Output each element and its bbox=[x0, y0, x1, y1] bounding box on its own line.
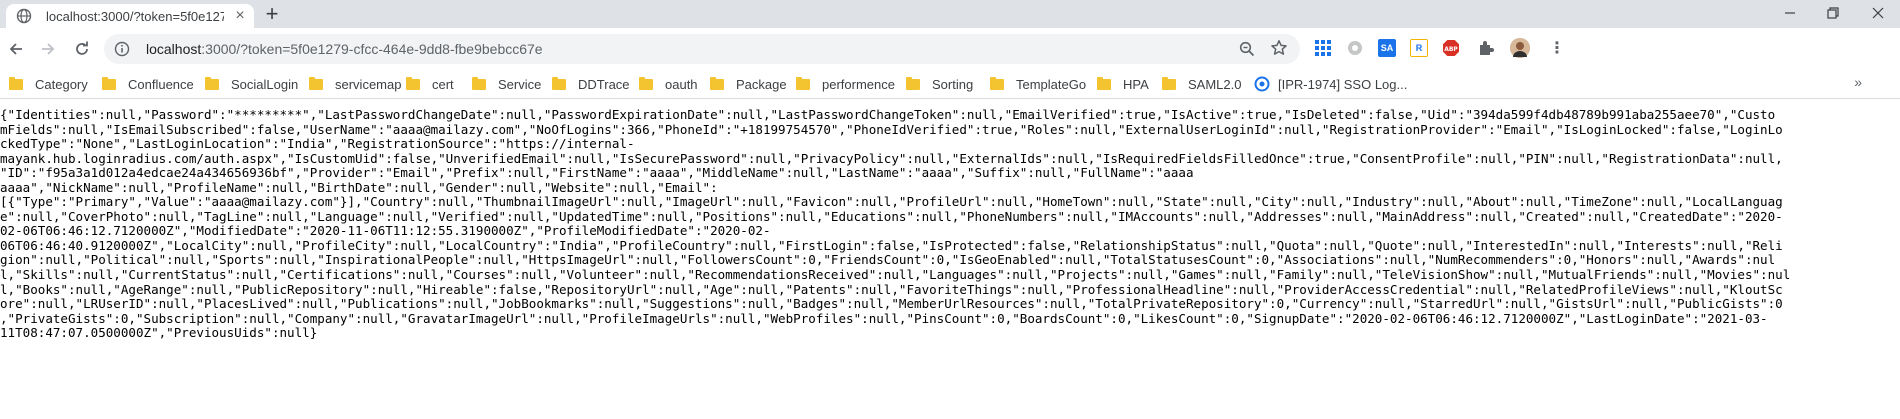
folder-icon bbox=[1097, 76, 1111, 90]
close-tab-icon[interactable]: × bbox=[232, 8, 248, 24]
site-info-icon[interactable] bbox=[114, 41, 130, 57]
puzzle-icon[interactable] bbox=[1477, 39, 1495, 57]
bookmark-label: Sorting bbox=[932, 76, 974, 92]
bookmarks-bar: Category Confluence SocialLogin servicem… bbox=[0, 70, 1900, 99]
svg-text:ABP: ABP bbox=[1444, 46, 1458, 53]
bookmark-label: DDTrace bbox=[578, 76, 630, 92]
bookmark-performence[interactable]: performence bbox=[796, 74, 895, 94]
bookmark-saml[interactable]: SAML2.0 bbox=[1162, 74, 1241, 94]
folder-icon bbox=[990, 76, 1004, 90]
adblock-extension-icon[interactable]: ABP bbox=[1442, 39, 1460, 57]
json-line: ore":null,"LRUserID":null,"PlacesLived":… bbox=[0, 296, 1783, 312]
bookmark-sso-login[interactable]: [IPR-1974] SSO Log... bbox=[1254, 74, 1407, 94]
bookmark-package[interactable]: Package bbox=[710, 74, 787, 94]
browser-toolbar: localhost:3000/?token=5f0e1279-cfcc-464e… bbox=[0, 28, 1900, 70]
bookmark-label: servicemap bbox=[335, 76, 402, 92]
bookmark-servicemap[interactable]: servicemap bbox=[309, 74, 401, 94]
bookmark-sociallogin[interactable]: SocialLogin bbox=[205, 74, 298, 94]
json-line: {"Identities":null,"Password":"*********… bbox=[0, 108, 1776, 122]
json-line: mayank.hub.loginradius.com/auth.aspx","I… bbox=[0, 150, 1783, 166]
json-response-text: {"Identities":null,"Password":"*********… bbox=[0, 108, 1900, 341]
react-extension-icon[interactable]: R bbox=[1410, 39, 1428, 57]
json-line: l,"Books":null,"AgeRange":null,"PublicRe… bbox=[0, 281, 1783, 297]
json-line: 11T08:47:07.0500000Z","PreviousUids":nul… bbox=[0, 325, 318, 341]
bookmark-service[interactable]: Service bbox=[472, 74, 541, 94]
folder-icon bbox=[710, 76, 724, 90]
bookmark-label: [IPR-1974] SSO Log... bbox=[1278, 76, 1408, 92]
folder-icon bbox=[796, 76, 810, 90]
folder-icon bbox=[552, 76, 566, 90]
bookmarks-overflow-icon[interactable]: » bbox=[1854, 74, 1862, 90]
new-tab-plus-icon[interactable]: + bbox=[262, 3, 282, 25]
bookmark-label: cert bbox=[432, 76, 454, 92]
folder-icon bbox=[472, 76, 486, 90]
bookmark-label: SAML2.0 bbox=[1188, 76, 1242, 92]
folder-icon bbox=[1162, 76, 1176, 90]
json-line: ,"PrivateGists":0,"Subscription":null,"C… bbox=[0, 310, 1768, 326]
zoom-icon[interactable] bbox=[1238, 40, 1256, 58]
browser-tab[interactable]: localhost:3000/?token=5f0e1279 × bbox=[6, 4, 254, 28]
json-line: "ID":"f95a3a1d012a4edcae24a434656936bf",… bbox=[0, 165, 1194, 181]
saml-extension-icon[interactable]: SA bbox=[1378, 39, 1396, 57]
bookmark-label: Service bbox=[498, 76, 542, 92]
tab-strip: localhost:3000/?token=5f0e1279 × + bbox=[0, 0, 1900, 28]
json-line: ckedType":"None","LastLoginLocation":"In… bbox=[0, 136, 635, 152]
bookmark-confluence[interactable]: Confluence bbox=[102, 74, 194, 94]
tab-title: localhost:3000/?token=5f0e1279 bbox=[46, 8, 224, 24]
bookmark-label: SocialLogin bbox=[231, 76, 299, 92]
grid-extension-icon[interactable] bbox=[1314, 39, 1332, 57]
reload-icon[interactable] bbox=[70, 37, 94, 61]
json-line: mFields":null,"IsEmailSubscribed":false,… bbox=[0, 121, 1783, 137]
bookmark-category[interactable]: Category bbox=[9, 74, 88, 94]
bookmark-label: Category bbox=[35, 76, 88, 92]
folder-icon bbox=[102, 76, 116, 90]
address-bar[interactable]: localhost:3000/?token=5f0e1279-cfcc-464e… bbox=[104, 34, 1300, 64]
more-menu-icon[interactable]: ⋮ bbox=[1548, 39, 1566, 57]
bookmark-label: oauth bbox=[665, 76, 698, 92]
bookmark-star-icon[interactable] bbox=[1270, 39, 1288, 57]
folder-icon bbox=[906, 76, 920, 90]
json-line: gion":null,"Political":null,"Sports":nul… bbox=[0, 252, 1776, 268]
globe-icon bbox=[16, 8, 32, 24]
minimize-icon[interactable] bbox=[1772, 0, 1808, 26]
bookmark-label: performence bbox=[822, 76, 895, 92]
sso-icon bbox=[1254, 76, 1270, 92]
url-text[interactable]: localhost:3000/?token=5f0e1279-cfcc-464e… bbox=[146, 41, 543, 57]
bookmark-templatego[interactable]: TemplateGo bbox=[990, 74, 1086, 94]
url-path: :3000/?token=5f0e1279-cfcc-464e-9dd8-fbe… bbox=[201, 41, 543, 57]
folder-icon bbox=[639, 76, 653, 90]
json-line: 06T06:46:40.9120000Z","LocalCity":null,"… bbox=[0, 237, 1783, 253]
bookmark-oauth[interactable]: oauth bbox=[639, 74, 698, 94]
close-window-icon[interactable] bbox=[1860, 0, 1896, 26]
bookmark-hpa[interactable]: HPA bbox=[1097, 74, 1149, 94]
json-line: e":null,"CoverPhoto":null,"TagLine":null… bbox=[0, 208, 1783, 224]
bookmark-cert[interactable]: cert bbox=[406, 74, 454, 94]
bookmark-label: TemplateGo bbox=[1016, 76, 1087, 92]
json-line: aaaa","NickName":null,"ProfileName":null… bbox=[0, 179, 718, 195]
folder-icon bbox=[9, 76, 23, 90]
forward-arrow-icon[interactable] bbox=[36, 37, 60, 61]
folder-icon bbox=[309, 76, 323, 90]
folder-icon bbox=[406, 76, 420, 90]
bookmark-sorting[interactable]: Sorting bbox=[906, 74, 973, 94]
folder-icon bbox=[205, 76, 219, 90]
bookmark-ddtrace[interactable]: DDTrace bbox=[552, 74, 630, 94]
json-line: l,"Skills":null,"CurrentStatus":null,"Ce… bbox=[0, 267, 1791, 283]
grey-extension-icon[interactable] bbox=[1346, 39, 1364, 57]
bookmark-label: Package bbox=[736, 76, 787, 92]
url-host: localhost bbox=[146, 41, 202, 57]
bookmark-label: Confluence bbox=[128, 76, 194, 92]
json-line: [{"Type":"Primary","Value":"aaaa@mailazy… bbox=[0, 194, 1783, 210]
json-line: 02-06T06:46:12.7120000Z","ModifiedDate":… bbox=[0, 223, 771, 239]
restore-icon[interactable] bbox=[1815, 0, 1851, 26]
profile-avatar[interactable] bbox=[1510, 38, 1530, 58]
bookmark-label: HPA bbox=[1123, 76, 1149, 92]
page-content: {"Identities":null,"Password":"*********… bbox=[0, 99, 1900, 419]
back-arrow-icon[interactable] bbox=[4, 37, 28, 61]
